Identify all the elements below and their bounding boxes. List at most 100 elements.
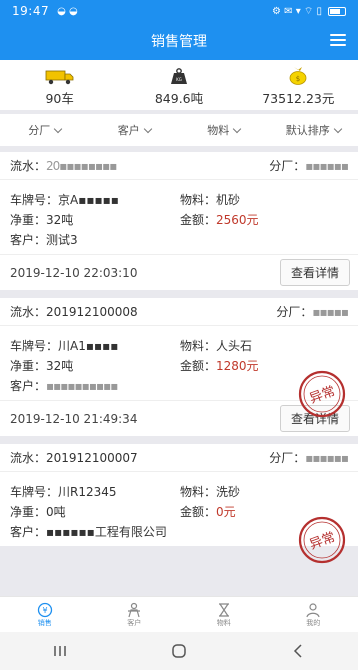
back-icon[interactable] [288, 643, 308, 659]
customer-label: 客户： [10, 379, 47, 393]
weight-icon: KG [170, 63, 188, 85]
customer-value: ▪▪▪▪▪▪工程有限公司 [46, 525, 167, 539]
plate-label: 车牌号： [10, 193, 59, 207]
material-value: 机砂 [216, 193, 241, 207]
serial-number: 201912100008 [46, 304, 138, 319]
amount-label: 金额： [180, 213, 217, 227]
order-card[interactable]: 流水： 20▪▪▪▪▪▪▪▪ 分厂： ▪▪▪▪▪▪ 车牌号：京A▪▪▪▪▪ 物料… [0, 152, 358, 290]
serial-number: 201912100007 [46, 450, 138, 465]
chevron-down-icon [54, 124, 63, 133]
svg-text:$: $ [296, 75, 300, 83]
battery-icon [328, 6, 346, 16]
order-card-header: 流水： 201912100007 分厂： ▪▪▪▪▪▪ [0, 444, 358, 472]
material-label: 物料： [180, 485, 217, 499]
plate-label: 车牌号： [10, 485, 59, 499]
truck-icon [45, 63, 75, 85]
customer-label: 客户： [10, 525, 47, 539]
bottom-tab-bar: ¥ 销售 客户 物料 我的 [0, 596, 358, 632]
profile-icon [306, 602, 320, 617]
amount-label: 金额： [180, 505, 217, 519]
plate-value: 川R12345 [58, 485, 117, 499]
recent-apps-icon[interactable] [50, 643, 70, 659]
tab-label: 客户 [127, 618, 142, 627]
order-card[interactable]: 流水： 201912100007 分厂： ▪▪▪▪▪▪ 车牌号：川R12345 … [0, 444, 358, 564]
view-details-button[interactable]: 查看详情 [279, 259, 350, 286]
net-weight-value: 0吨 [46, 505, 66, 519]
amount-total: 73512.23元 [262, 91, 335, 106]
material-icon [218, 602, 229, 617]
factory-label: 分厂： [276, 305, 313, 319]
serial-number: 20▪▪▪▪▪▪▪▪ [46, 158, 117, 173]
customer-label: 客户： [10, 233, 47, 247]
order-card[interactable]: 流水： 201912100008 分厂： ▪▪▪▪▪ 车牌号：川A1▪▪▪▪ 物… [0, 298, 358, 436]
plate-label: 车牌号： [10, 339, 59, 353]
abnormal-stamp-icon: 异常 [298, 370, 346, 418]
amount-value: 1280元 [216, 359, 259, 373]
sales-icon: ¥ [37, 602, 52, 617]
filter-bar: 分厂 客户 物料 默认排序 [0, 114, 358, 146]
factory-value: ▪▪▪▪▪ [312, 304, 349, 319]
factory-value: ▪▪▪▪▪▪ [305, 158, 349, 173]
amount-value: 0元 [216, 505, 236, 519]
menu-icon[interactable] [330, 34, 346, 46]
serial-label: 流水： [10, 305, 47, 319]
customer-icon [128, 602, 141, 617]
summary-weight: KG 849.6吨 [119, 60, 238, 110]
serial-label: 流水： [10, 159, 47, 173]
home-icon[interactable] [169, 643, 189, 659]
order-card-header: 流水： 20▪▪▪▪▪▪▪▪ 分厂： ▪▪▪▪▪▪ [0, 152, 358, 180]
filter-customer[interactable]: 客户 [90, 122, 180, 138]
truck-count: 90车 [45, 91, 74, 106]
tab-material[interactable]: 物料 [179, 597, 269, 632]
net-weight-label: 净重： [10, 359, 47, 373]
order-card-footer: 2019-12-10 22:03:10 查看详情 [0, 254, 358, 290]
sort-dropdown[interactable]: 默认排序 [269, 122, 358, 138]
tab-label: 销售 [37, 618, 52, 627]
plate-value: 京A▪▪▪▪▪ [58, 193, 119, 207]
amount-value: 2560元 [216, 213, 259, 227]
factory-label: 分厂： [269, 451, 306, 465]
serial-label: 流水： [10, 451, 47, 465]
factory-value: ▪▪▪▪▪▪ [305, 450, 349, 465]
amount-label: 金额： [180, 359, 217, 373]
filter-label: 分厂 [28, 124, 51, 137]
tab-label: 我的 [306, 618, 321, 627]
order-list: 流水： 20▪▪▪▪▪▪▪▪ 分厂： ▪▪▪▪▪▪ 车牌号：京A▪▪▪▪▪ 物料… [0, 152, 358, 592]
tab-sales[interactable]: ¥ 销售 [0, 597, 90, 632]
notification-icons: ◒ ◒ [57, 5, 78, 17]
order-card-body: 车牌号：京A▪▪▪▪▪ 物料：机砂 净重：32吨 金额：2560元 客户：测试3 [0, 180, 358, 254]
material-label: 物料： [180, 339, 217, 353]
filter-factory[interactable]: 分厂 [0, 122, 90, 138]
chevron-down-icon [143, 124, 152, 133]
filter-label: 物料 [207, 124, 230, 137]
status-time: 19:47 [12, 4, 50, 18]
filter-material[interactable]: 物料 [179, 122, 269, 138]
net-weight-value: 32吨 [46, 213, 74, 227]
page-title: 销售管理 [151, 34, 207, 50]
material-value: 人头石 [216, 339, 253, 353]
customer-value: 测试3 [46, 233, 78, 247]
summary-bar: 90车 KG 849.6吨 $ 73512.23元 [0, 60, 358, 110]
system-navigation-bar [0, 632, 358, 670]
weight-total: 849.6吨 [154, 91, 204, 106]
abnormal-stamp-icon: 异常 [298, 516, 346, 564]
money-bag-icon: $ [287, 63, 309, 85]
order-card-body: 车牌号：川R12345 物料：洗砂 净重：0吨 金额：0元 客户：▪▪▪▪▪▪工… [0, 472, 358, 564]
filter-label: 客户 [117, 124, 140, 137]
stamp-text: 异常 [308, 530, 338, 553]
tab-profile[interactable]: 我的 [269, 597, 358, 632]
status-bar: 19:47 ◒ ◒ ⚙ ✉ ▾ ⌔ ▯ [0, 0, 358, 22]
net-weight-label: 净重： [10, 505, 47, 519]
tab-customer[interactable]: 客户 [90, 597, 180, 632]
material-value: 洗砂 [216, 485, 241, 499]
plate-value: 川A1▪▪▪▪ [58, 339, 119, 353]
order-card-body: 车牌号：川A1▪▪▪▪ 物料：人头石 净重：32吨 金额：1280元 客户：▪▪… [0, 326, 358, 418]
summary-amount: $ 73512.23元 [239, 60, 358, 110]
app-header: 销售管理 [0, 22, 358, 60]
order-time: 2019-12-10 22:03:10 [10, 265, 138, 280]
chevron-down-icon [333, 124, 342, 133]
summary-trucks: 90车 [0, 60, 119, 110]
factory-label: 分厂： [269, 159, 306, 173]
net-weight-value: 32吨 [46, 359, 74, 373]
tab-label: 物料 [216, 618, 231, 627]
